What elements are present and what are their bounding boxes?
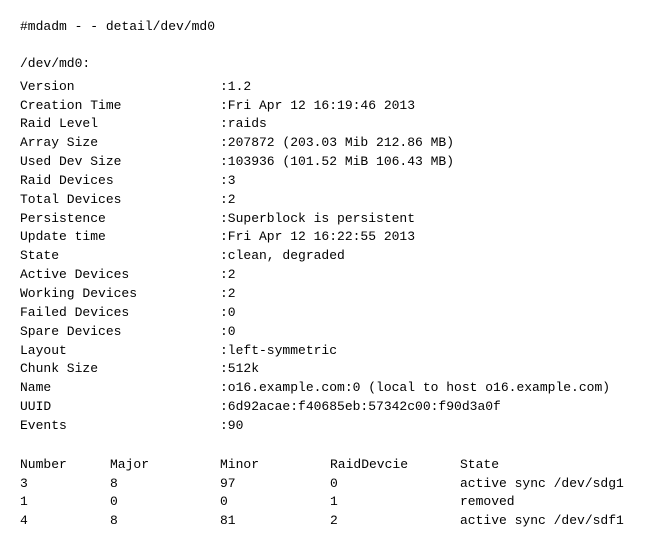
field-value: :o16.example.com:0 (local to host o16.ex…: [220, 379, 610, 398]
field-value: :left-symmetric: [220, 342, 337, 361]
cell-state: active sync /dev/sdg1: [460, 475, 646, 494]
field-row: Layout :left-symmetric: [20, 342, 646, 361]
field-label: Spare Devices: [20, 323, 220, 342]
field-row: Update time :Fri Apr 12 16:22:55 2013: [20, 228, 646, 247]
field-value: :1.2: [220, 78, 251, 97]
field-label: Total Devices: [20, 191, 220, 210]
field-row: Version :1.2: [20, 78, 646, 97]
cell-raid: 2: [330, 512, 460, 531]
col-number: Number: [20, 456, 110, 475]
col-state: State: [460, 456, 646, 475]
field-row: Used Dev Size :103936 (101.52 MiB 106.43…: [20, 153, 646, 172]
cell-major: 0: [110, 493, 220, 512]
cell-state: removed: [460, 493, 646, 512]
field-value: :Fri Apr 12 16:22:55 2013: [220, 228, 415, 247]
field-label: Name: [20, 379, 220, 398]
field-row: Array Size :207872 (203.03 Mib 212.86 MB…: [20, 134, 646, 153]
field-value: :90: [220, 417, 243, 436]
field-row: Total Devices :2: [20, 191, 646, 210]
field-label: State: [20, 247, 220, 266]
field-row: Failed Devices :0: [20, 304, 646, 323]
device-header: /dev/md0:: [20, 55, 646, 74]
field-label: Working Devices: [20, 285, 220, 304]
blank-line: [20, 436, 646, 454]
field-value: :2: [220, 266, 236, 285]
field-value: :207872 (203.03 Mib 212.86 MB): [220, 134, 454, 153]
field-label: Version: [20, 78, 220, 97]
field-value: :clean, degraded: [220, 247, 345, 266]
field-label: Events: [20, 417, 220, 436]
field-value: :raids: [220, 115, 267, 134]
cell-major: 8: [110, 475, 220, 494]
field-value: :6d92acae:f40685eb:57342c00:f90d3a0f: [220, 398, 501, 417]
cell-raid: 0: [330, 475, 460, 494]
field-label: Update time: [20, 228, 220, 247]
field-value: :2: [220, 191, 236, 210]
field-row: State :clean, degraded: [20, 247, 646, 266]
field-value: :512k: [220, 360, 259, 379]
cell-minor: 0: [220, 493, 330, 512]
field-row: Name :o16.example.com:0 (local to host o…: [20, 379, 646, 398]
field-row: UUID :6d92acae:f40685eb:57342c00:f90d3a0…: [20, 398, 646, 417]
field-row: Events :90: [20, 417, 646, 436]
field-label: Failed Devices: [20, 304, 220, 323]
cell-number: 1: [20, 493, 110, 512]
table-row: 3 8 97 0 active sync /dev/sdg1: [20, 475, 646, 494]
table-header: Number Major Minor RaidDevcie State: [20, 456, 646, 475]
col-minor: Minor: [220, 456, 330, 475]
table-row: 1 0 0 1 removed: [20, 493, 646, 512]
field-label: Persistence: [20, 210, 220, 229]
field-label: Layout: [20, 342, 220, 361]
col-raiddevice: RaidDevcie: [330, 456, 460, 475]
field-value: :3: [220, 172, 236, 191]
field-row: Creation Time :Fri Apr 12 16:19:46 2013: [20, 97, 646, 116]
cell-number: 3: [20, 475, 110, 494]
cell-number: 4: [20, 512, 110, 531]
field-label: Raid Level: [20, 115, 220, 134]
field-label: Chunk Size: [20, 360, 220, 379]
field-row: Active Devices :2: [20, 266, 646, 285]
table-row: 4 8 81 2 active sync /dev/sdf1: [20, 512, 646, 531]
field-value: :Fri Apr 12 16:19:46 2013: [220, 97, 415, 116]
cell-major: 8: [110, 512, 220, 531]
field-label: Creation Time: [20, 97, 220, 116]
cell-minor: 81: [220, 512, 330, 531]
device-table: Number Major Minor RaidDevcie State 3 8 …: [20, 456, 646, 531]
field-row: Chunk Size :512k: [20, 360, 646, 379]
field-value: :Superblock is persistent: [220, 210, 415, 229]
field-label: UUID: [20, 398, 220, 417]
field-row: Raid Devices :3: [20, 172, 646, 191]
field-label: Used Dev Size: [20, 153, 220, 172]
cell-raid: 1: [330, 493, 460, 512]
cell-state: active sync /dev/sdf1: [460, 512, 646, 531]
field-value: :0: [220, 304, 236, 323]
field-label: Array Size: [20, 134, 220, 153]
field-value: :0: [220, 323, 236, 342]
field-row: Raid Level :raids: [20, 115, 646, 134]
col-major: Major: [110, 456, 220, 475]
detail-fields: Version :1.2 Creation Time :Fri Apr 12 1…: [20, 78, 646, 436]
field-label: Active Devices: [20, 266, 220, 285]
field-value: :2: [220, 285, 236, 304]
field-row: Working Devices :2: [20, 285, 646, 304]
field-row: Persistence :Superblock is persistent: [20, 210, 646, 229]
field-label: Raid Devices: [20, 172, 220, 191]
field-row: Spare Devices :0: [20, 323, 646, 342]
command-line: #mdadm - - detail/dev/md0: [20, 18, 646, 37]
cell-minor: 97: [220, 475, 330, 494]
field-value: :103936 (101.52 MiB 106.43 MB): [220, 153, 454, 172]
